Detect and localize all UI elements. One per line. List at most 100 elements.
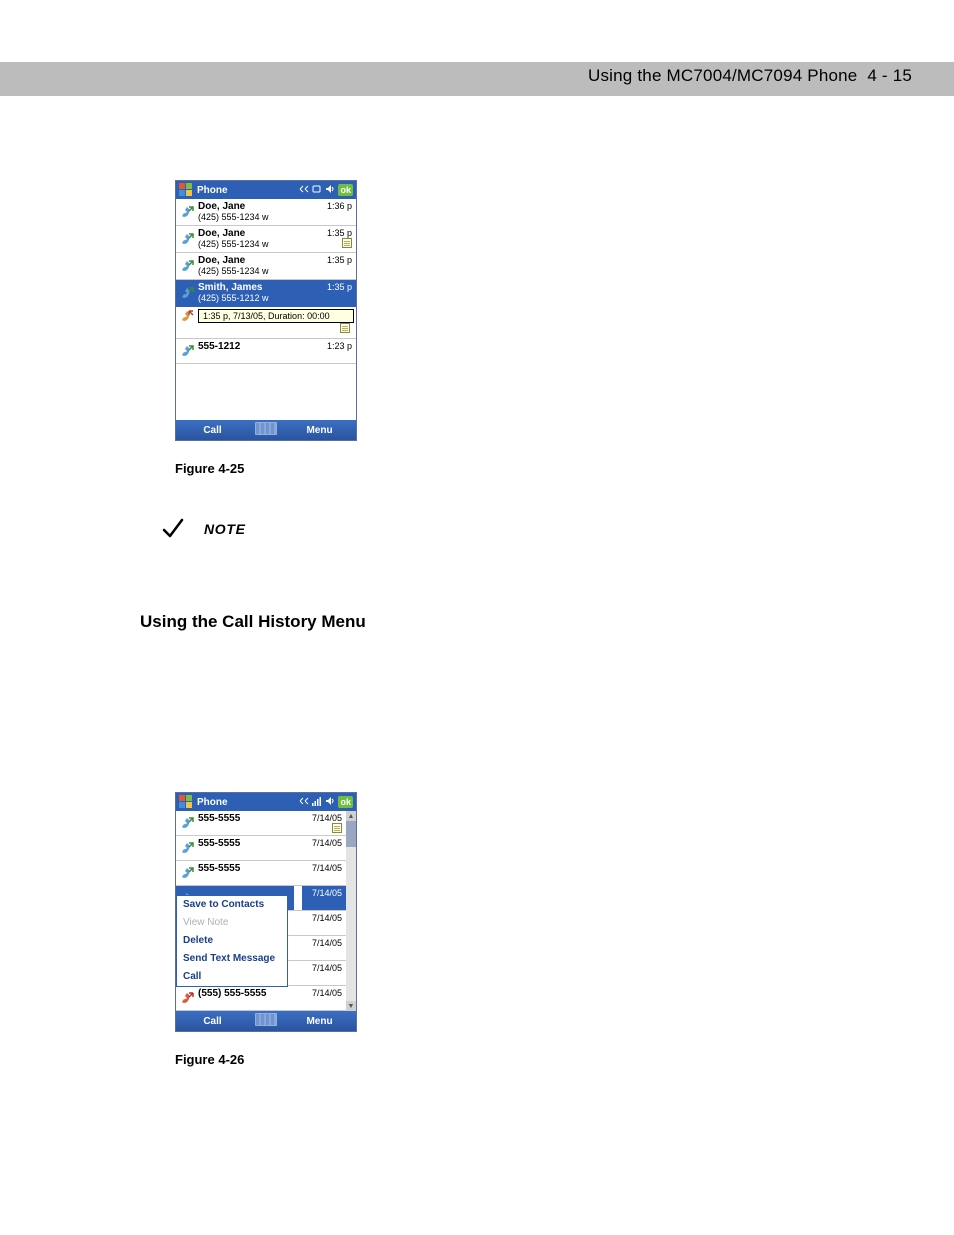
call-direction-icon <box>176 836 198 860</box>
call-time: 1:23 p <box>318 339 356 363</box>
speaker-icon[interactable] <box>325 796 335 809</box>
checkmark-icon <box>160 516 186 542</box>
call-time: 1:35 p <box>318 253 356 279</box>
signal-icon[interactable] <box>312 796 322 809</box>
menu-item-save-to-contacts[interactable]: Save to Contacts <box>177 896 287 914</box>
call-direction-icon <box>176 861 198 885</box>
call-direction-icon <box>176 226 198 252</box>
call-history-list: Doe, Jane (425) 555-1234 w 1:36 p Doe, J… <box>176 199 356 420</box>
call-direction-icon <box>176 307 198 338</box>
connectivity-icon[interactable] <box>299 796 309 809</box>
call-contact-name: (555) 555-5555 <box>198 988 300 999</box>
call-contact-number: (425) 555-1234 w <box>198 266 316 277</box>
call-direction-icon <box>176 811 198 835</box>
connectivity-icon[interactable] <box>299 184 309 197</box>
menu-item-view-note[interactable]: View Note <box>177 914 287 932</box>
soft-key-menu[interactable]: Menu <box>283 1016 356 1027</box>
document-page: Using the MC7004/MC7094 Phone 4 - 15 Pho… <box>0 0 954 1235</box>
call-date: 7/14/05 <box>302 886 346 910</box>
ok-button[interactable]: ok <box>338 184 353 196</box>
call-direction-icon <box>176 253 198 279</box>
call-date: 7/14/05 <box>302 813 342 823</box>
scroll-thumb[interactable] <box>346 821 356 847</box>
call-contact-name: 555-5555 <box>198 838 300 849</box>
call-contact-name: 555-5555 <box>198 813 300 824</box>
page-header-label: Using the MC7004/MC7094 Phone 4 - 15 <box>588 66 912 86</box>
system-tray: ok <box>299 796 353 809</box>
soft-key-bar: Call Menu <box>176 1011 356 1031</box>
call-contact-name: Doe, Jane <box>198 255 316 266</box>
call-history-row-selected[interactable]: Smith, James (425) 555-1212 w 1:35 p <box>176 280 356 307</box>
call-direction-icon <box>176 280 198 306</box>
system-tray: ok <box>299 184 353 197</box>
soft-key-call[interactable]: Call <box>176 1016 249 1027</box>
call-date: 7/14/05 <box>302 861 346 885</box>
call-history-row[interactable]: 555-5555 7/14/05 <box>176 861 346 886</box>
call-direction-icon <box>176 199 198 225</box>
call-history-list: 555-5555 7/14/05 555-5555 <box>176 811 346 1011</box>
call-history-row[interactable]: 555-5555 7/14/05 <box>176 836 346 861</box>
call-history-row[interactable]: Doe, Jane (425) 555-1234 w 1:35 p <box>176 253 356 280</box>
header-title: Using the MC7004/MC7094 Phone <box>588 66 857 85</box>
menu-item-call[interactable]: Call <box>177 968 287 986</box>
start-icon[interactable] <box>179 795 193 809</box>
list-empty-area <box>176 364 356 420</box>
call-time: 1:36 p <box>318 199 356 225</box>
soft-key-menu[interactable]: Menu <box>283 425 356 436</box>
soft-key-call[interactable]: Call <box>176 425 249 436</box>
call-contact-name: 555-1212 <box>198 341 316 352</box>
note-icon <box>342 238 352 248</box>
start-icon[interactable] <box>179 183 193 197</box>
call-history-row[interactable]: (555) 555-5555 7/14/05 <box>176 986 346 1011</box>
call-contact-name: Doe, Jane <box>198 201 316 212</box>
call-history-row[interactable]: Doe, Jane (425) 555-1234 w 1:35 p <box>176 226 356 253</box>
call-contact-number: (425) 555-1234 w <box>198 239 316 250</box>
note-icon <box>340 323 350 333</box>
soft-key-bar: Call Menu <box>176 420 356 440</box>
wm-title-bar: Phone ok <box>176 181 356 199</box>
window-title: Phone <box>197 185 228 196</box>
note-label: NOTE <box>204 521 246 537</box>
figure-caption: Figure 4-26 <box>175 1052 874 1067</box>
call-contact-number: (425) 555-1212 w <box>198 293 316 304</box>
call-history-row[interactable]: 555-5555 7/14/05 <box>176 811 346 836</box>
call-contact-number: (425) 555-1234 w <box>198 212 316 223</box>
note-callout: NOTE <box>160 516 874 542</box>
ok-button[interactable]: ok <box>338 796 353 808</box>
call-date: 7/14/05 <box>302 836 346 860</box>
screenshot-call-history-menu: Phone ok <box>175 792 357 1032</box>
call-date: 7/14/05 <box>302 911 346 935</box>
context-menu: Save to Contacts View Note Delete Send T… <box>176 895 288 987</box>
scroll-down-button[interactable]: ▼ <box>346 1001 356 1011</box>
call-contact-name: Doe, Jane <box>198 228 316 239</box>
call-history-row[interactable]: 555-1212 1:23 p <box>176 339 356 364</box>
figure-caption: Figure 4-25 <box>175 461 874 476</box>
call-direction-icon <box>176 339 198 363</box>
page-content: Phone ok <box>140 180 874 1067</box>
scroll-up-button[interactable]: ▲ <box>346 811 356 821</box>
call-date: 7/14/05 <box>302 936 346 960</box>
call-contact-name: 555-5555 <box>198 863 300 874</box>
speaker-icon[interactable] <box>325 184 335 197</box>
page-header-band: Using the MC7004/MC7094 Phone 4 - 15 <box>0 62 954 96</box>
data-icon[interactable] <box>312 184 322 197</box>
call-contact-name: Smith, James <box>198 282 316 293</box>
call-time: 1:35 p <box>318 280 356 306</box>
section-heading: Using the Call History Menu <box>140 612 874 632</box>
call-time: 1:35 p <box>318 228 352 238</box>
keyboard-icon <box>255 1013 277 1026</box>
call-missed-icon <box>176 986 198 1010</box>
window-title: Phone <box>197 797 228 808</box>
soft-key-keyboard[interactable] <box>249 422 283 438</box>
menu-item-send-text-message[interactable]: Send Text Message <box>177 950 287 968</box>
call-date: 7/14/05 <box>302 986 346 1010</box>
scrollbar[interactable]: ▲ ▼ <box>346 811 356 1011</box>
menu-item-delete[interactable]: Delete <box>177 932 287 950</box>
call-detail-tooltip: 1:35 p, 7/13/05, Duration: 00:00 <box>198 309 354 323</box>
header-pageref: 4 - 15 <box>867 66 912 85</box>
soft-key-keyboard[interactable] <box>249 1013 283 1029</box>
keyboard-icon <box>255 422 277 435</box>
call-history-row[interactable]: Doe, Jane (425) 555-1234 w 1:36 p <box>176 199 356 226</box>
screenshot-call-history-item: Phone ok <box>175 180 357 441</box>
call-history-row[interactable]: 1:35 p, 7/13/05, Duration: 00:00 <box>176 307 356 339</box>
